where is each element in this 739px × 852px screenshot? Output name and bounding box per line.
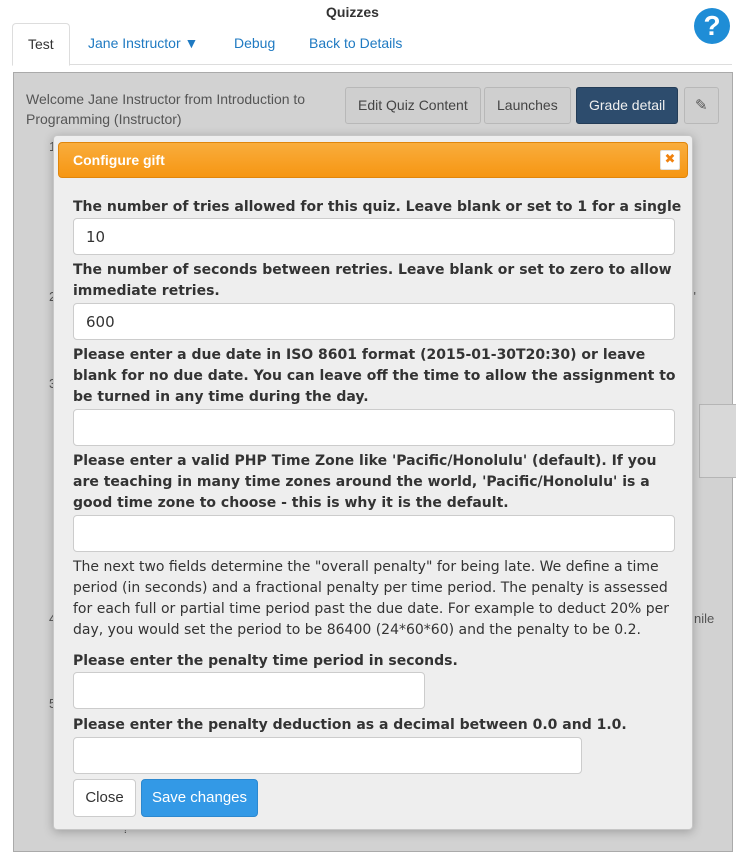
- penalty-deduction-input[interactable]: [73, 737, 582, 774]
- dialog-header: Configure gift ✖: [58, 142, 688, 178]
- due-date-label: Please enter a due date in ISO 8601 form…: [73, 347, 676, 405]
- welcome-text: Welcome Jane Instructor from Introductio…: [26, 91, 306, 127]
- penalty-period-input[interactable]: [73, 672, 425, 709]
- penalty-deduction-label: Please enter the penalty deduction as a …: [73, 717, 627, 733]
- tab-debug[interactable]: Debug: [219, 23, 290, 65]
- save-changes-button[interactable]: Save changes: [141, 779, 258, 817]
- page-title: Quizzes: [326, 4, 379, 20]
- question-text-fragment: nile: [694, 611, 715, 626]
- time-zone-input[interactable]: [73, 515, 675, 552]
- retry-seconds-label: The number of seconds between retries. L…: [73, 262, 672, 299]
- penalty-info-text: The next two fields determine the "overa…: [73, 559, 670, 638]
- edit-settings-button[interactable]: ✎: [684, 87, 719, 124]
- configure-gift-dialog: Configure gift ✖ The number of tries all…: [53, 135, 693, 830]
- retry-seconds-input[interactable]: [73, 303, 675, 340]
- answer-box: [699, 404, 736, 478]
- launches-button[interactable]: Launches: [484, 87, 571, 124]
- penalty-period-label: Please enter the penalty time period in …: [73, 653, 458, 669]
- tab-test[interactable]: Test: [12, 23, 70, 66]
- due-date-input[interactable]: [73, 409, 675, 446]
- tab-bar: Test Jane Instructor ▼ Debug Back to Det…: [12, 23, 732, 66]
- dialog-title: Configure gift: [73, 152, 165, 168]
- close-button[interactable]: Close: [73, 779, 136, 817]
- tab-user-menu[interactable]: Jane Instructor ▼: [73, 23, 213, 65]
- close-icon[interactable]: ✖: [660, 150, 680, 170]
- tries-input[interactable]: [73, 218, 675, 255]
- grade-detail-button[interactable]: Grade detail: [576, 87, 679, 124]
- pencil-icon: ✎: [695, 97, 708, 114]
- edit-quiz-content-button[interactable]: Edit Quiz Content: [345, 87, 481, 124]
- time-zone-label: Please enter a valid PHP Time Zone like …: [73, 453, 657, 511]
- tab-back-to-details[interactable]: Back to Details: [294, 23, 417, 65]
